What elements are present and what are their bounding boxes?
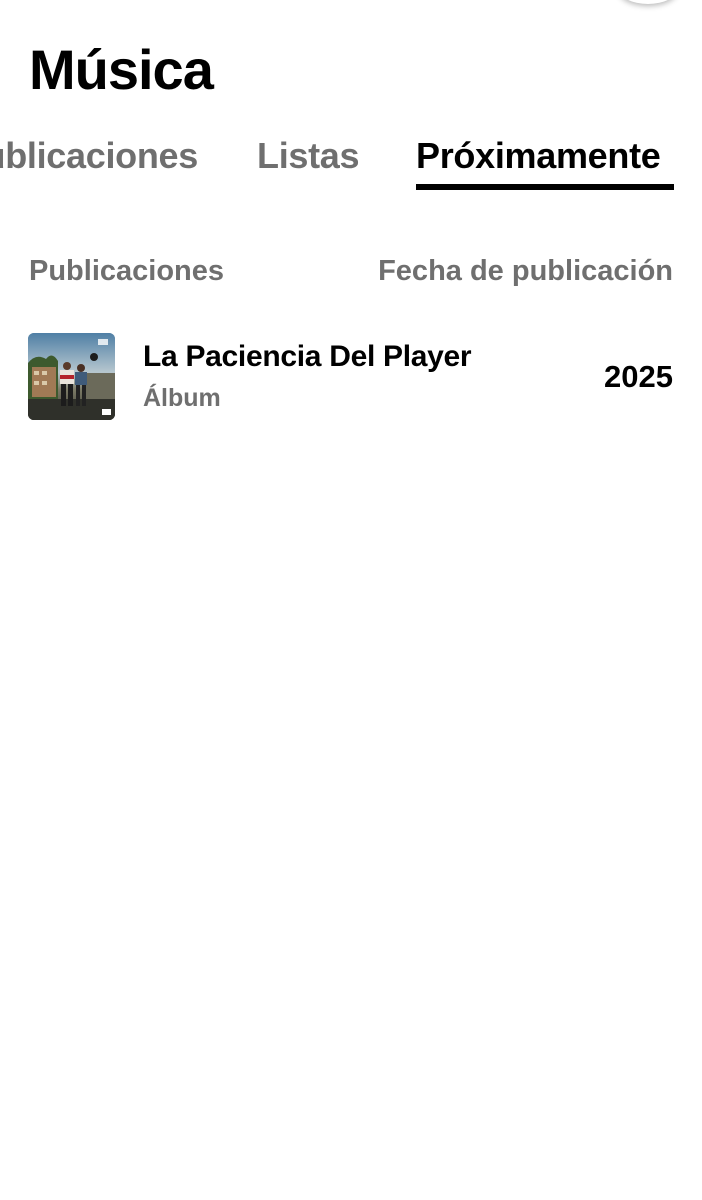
active-tab-indicator <box>416 184 674 190</box>
tab-proximamente[interactable]: Próximamente <box>416 132 674 180</box>
album-cover-image <box>28 333 115 420</box>
column-header-releases: Publicaciones <box>29 255 225 287</box>
column-header-release-date: Fecha de publicación <box>378 255 673 287</box>
release-title: La Paciencia Del Player <box>143 340 472 373</box>
release-type: Álbum <box>143 384 221 412</box>
release-year: 2025 <box>604 359 673 394</box>
tab-listas[interactable]: Listas <box>257 132 360 180</box>
release-row[interactable]: La Paciencia Del Player Álbum 2025 <box>0 328 702 426</box>
tab-publicaciones[interactable]: Publicaciones <box>0 132 198 180</box>
tab-bar: Publicaciones Listas Próximamente <box>0 132 702 194</box>
page-title: Música <box>29 38 214 101</box>
floating-button-edge[interactable] <box>618 0 678 4</box>
